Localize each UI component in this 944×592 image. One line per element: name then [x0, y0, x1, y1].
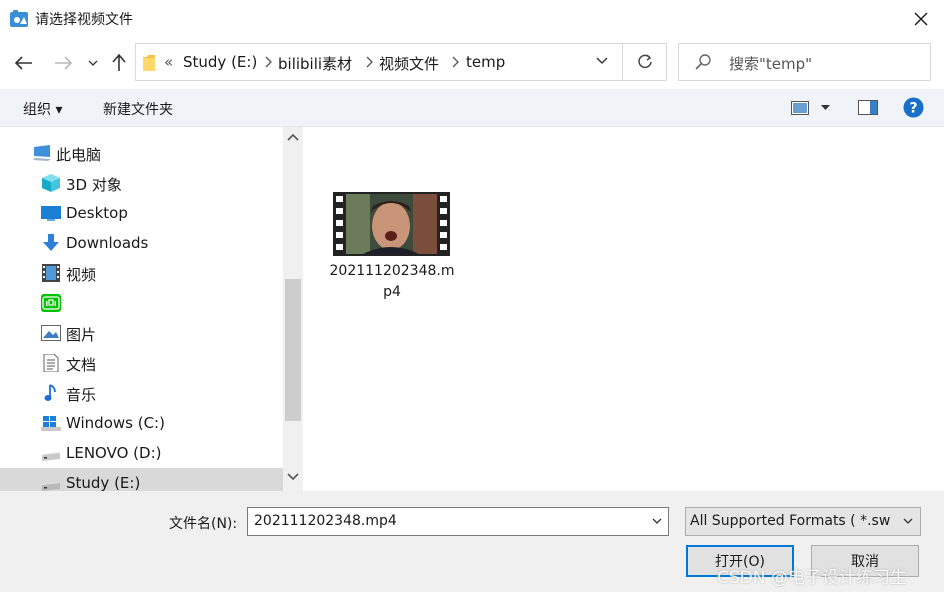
nav-scrollbar[interactable]: [283, 127, 303, 491]
chevron-right-icon[interactable]: [365, 56, 373, 68]
view-dropdown-icon[interactable]: [821, 105, 830, 111]
drive-icon: [42, 482, 60, 491]
video-thumbnail-icon: [333, 192, 450, 256]
nav-item-label: 音乐: [66, 386, 97, 404]
filename-label: 文件名(N):: [169, 516, 238, 532]
close-icon: [914, 12, 928, 26]
filetype-value: All Supported Formats ( *.sw: [690, 513, 891, 529]
address-segment-study[interactable]: Study (E:): [183, 53, 257, 71]
nav-item-desktop[interactable]: Desktop: [0, 198, 283, 228]
music-icon: [44, 384, 56, 401]
forward-button[interactable]: [49, 48, 77, 78]
chevron-down-icon: [903, 518, 913, 524]
address-segment-videos[interactable]: 视频文件: [379, 53, 439, 74]
search-input[interactable]: 搜索"temp": [678, 43, 931, 81]
arrow-up-icon: [112, 54, 126, 71]
svg-text:?: ?: [909, 101, 917, 117]
address-segment-temp[interactable]: temp: [466, 53, 505, 71]
nav-item-pictures[interactable]: 图片: [0, 318, 283, 348]
chevron-right-icon[interactable]: [451, 56, 459, 68]
document-icon: [43, 354, 59, 372]
recent-locations-button[interactable]: [82, 48, 104, 78]
nav-item-iqiyi[interactable]: [0, 288, 283, 318]
nav-item-3d-objects[interactable]: 3D 对象: [0, 168, 283, 198]
nav-item-label: Downloads: [66, 234, 149, 252]
nav-item-label: 文档: [66, 356, 97, 374]
iqiyi-icon: [41, 294, 61, 312]
up-button[interactable]: [105, 48, 133, 78]
nav-item-drive-d[interactable]: LENOVO (D:): [0, 438, 283, 468]
nav-item-documents[interactable]: 文档: [0, 348, 283, 378]
scroll-thumb[interactable]: [285, 279, 301, 421]
search-icon: [695, 54, 711, 70]
back-button[interactable]: [10, 48, 38, 78]
download-icon: [43, 234, 59, 251]
computer-icon: [33, 145, 51, 161]
nav-item-label: 视频: [66, 266, 97, 284]
nav-item-this-pc[interactable]: 此电脑: [0, 138, 283, 168]
nav-item-downloads[interactable]: Downloads: [0, 228, 283, 258]
file-item[interactable]: 202111202348.mp4: [327, 187, 457, 307]
view-mode-icon[interactable]: [791, 101, 809, 115]
filename-value: 202111202348.mp4: [254, 513, 397, 529]
nav-item-label: 图片: [66, 326, 97, 344]
picture-icon: [41, 325, 61, 341]
toolbar: 组织 ▾ 新建文件夹 ?: [0, 89, 944, 127]
close-button[interactable]: [898, 0, 944, 38]
arrow-left-icon: [15, 56, 32, 70]
refresh-icon: [637, 54, 652, 69]
arrow-right-icon: [55, 56, 72, 70]
preview-pane-icon[interactable]: [858, 100, 878, 115]
filename-input[interactable]: 202111202348.mp4: [247, 507, 669, 536]
nav-item-drive-c[interactable]: Windows (C:): [0, 408, 283, 438]
address-bar[interactable]: « Study (E:) bilibili素材 视频文件 temp: [135, 43, 623, 81]
help-icon[interactable]: ?: [903, 97, 924, 118]
nav-item-label: 此电脑: [56, 146, 102, 164]
nav-item-label: LENOVO (D:): [66, 444, 162, 462]
search-placeholder: 搜索"temp": [729, 55, 813, 73]
nav-item-label: Desktop: [66, 204, 128, 222]
filetype-select[interactable]: All Supported Formats ( *.sw: [685, 507, 921, 536]
video-icon: [42, 264, 60, 282]
nav-item-label: Windows (C:): [66, 414, 165, 432]
drive-icon: [42, 452, 60, 461]
windows-drive-icon: [41, 416, 61, 431]
chevron-right-icon[interactable]: [264, 56, 272, 68]
organize-menu[interactable]: 组织 ▾: [23, 99, 62, 119]
window-title: 请选择视频文件: [35, 12, 133, 28]
nav-item-label: Study (E:): [66, 474, 141, 491]
chevron-down-icon[interactable]: [652, 518, 662, 524]
navigation-pane[interactable]: 此电脑 3D 对象 Desktop Downloads 视频 图片 文档 音乐 …: [0, 127, 303, 491]
refresh-button[interactable]: [623, 43, 667, 81]
cube-icon: [42, 174, 60, 192]
folder-icon: [143, 55, 155, 71]
file-name: 202111202348.mp4: [329, 263, 455, 300]
title-bar: 请选择视频文件: [0, 0, 944, 38]
desktop-icon: [41, 206, 61, 221]
nav-item-music[interactable]: 音乐: [0, 378, 283, 408]
scroll-up-icon[interactable]: [287, 133, 299, 141]
address-overflow[interactable]: «: [164, 53, 173, 71]
chevron-down-icon: [88, 60, 98, 66]
address-dropdown-icon[interactable]: [596, 57, 608, 65]
app-icon: [10, 10, 28, 27]
nav-item-videos[interactable]: 视频: [0, 258, 283, 288]
new-folder-button[interactable]: 新建文件夹: [103, 99, 173, 119]
address-segment-bilibili[interactable]: bilibili素材: [278, 53, 352, 74]
watermark: CSDN @电子设计练习生: [717, 568, 907, 588]
nav-item-label: 3D 对象: [66, 176, 122, 194]
nav-item-drive-e[interactable]: Study (E:): [0, 468, 283, 491]
scroll-down-icon[interactable]: [287, 473, 299, 481]
file-list[interactable]: 202111202348.mp4: [303, 127, 944, 491]
